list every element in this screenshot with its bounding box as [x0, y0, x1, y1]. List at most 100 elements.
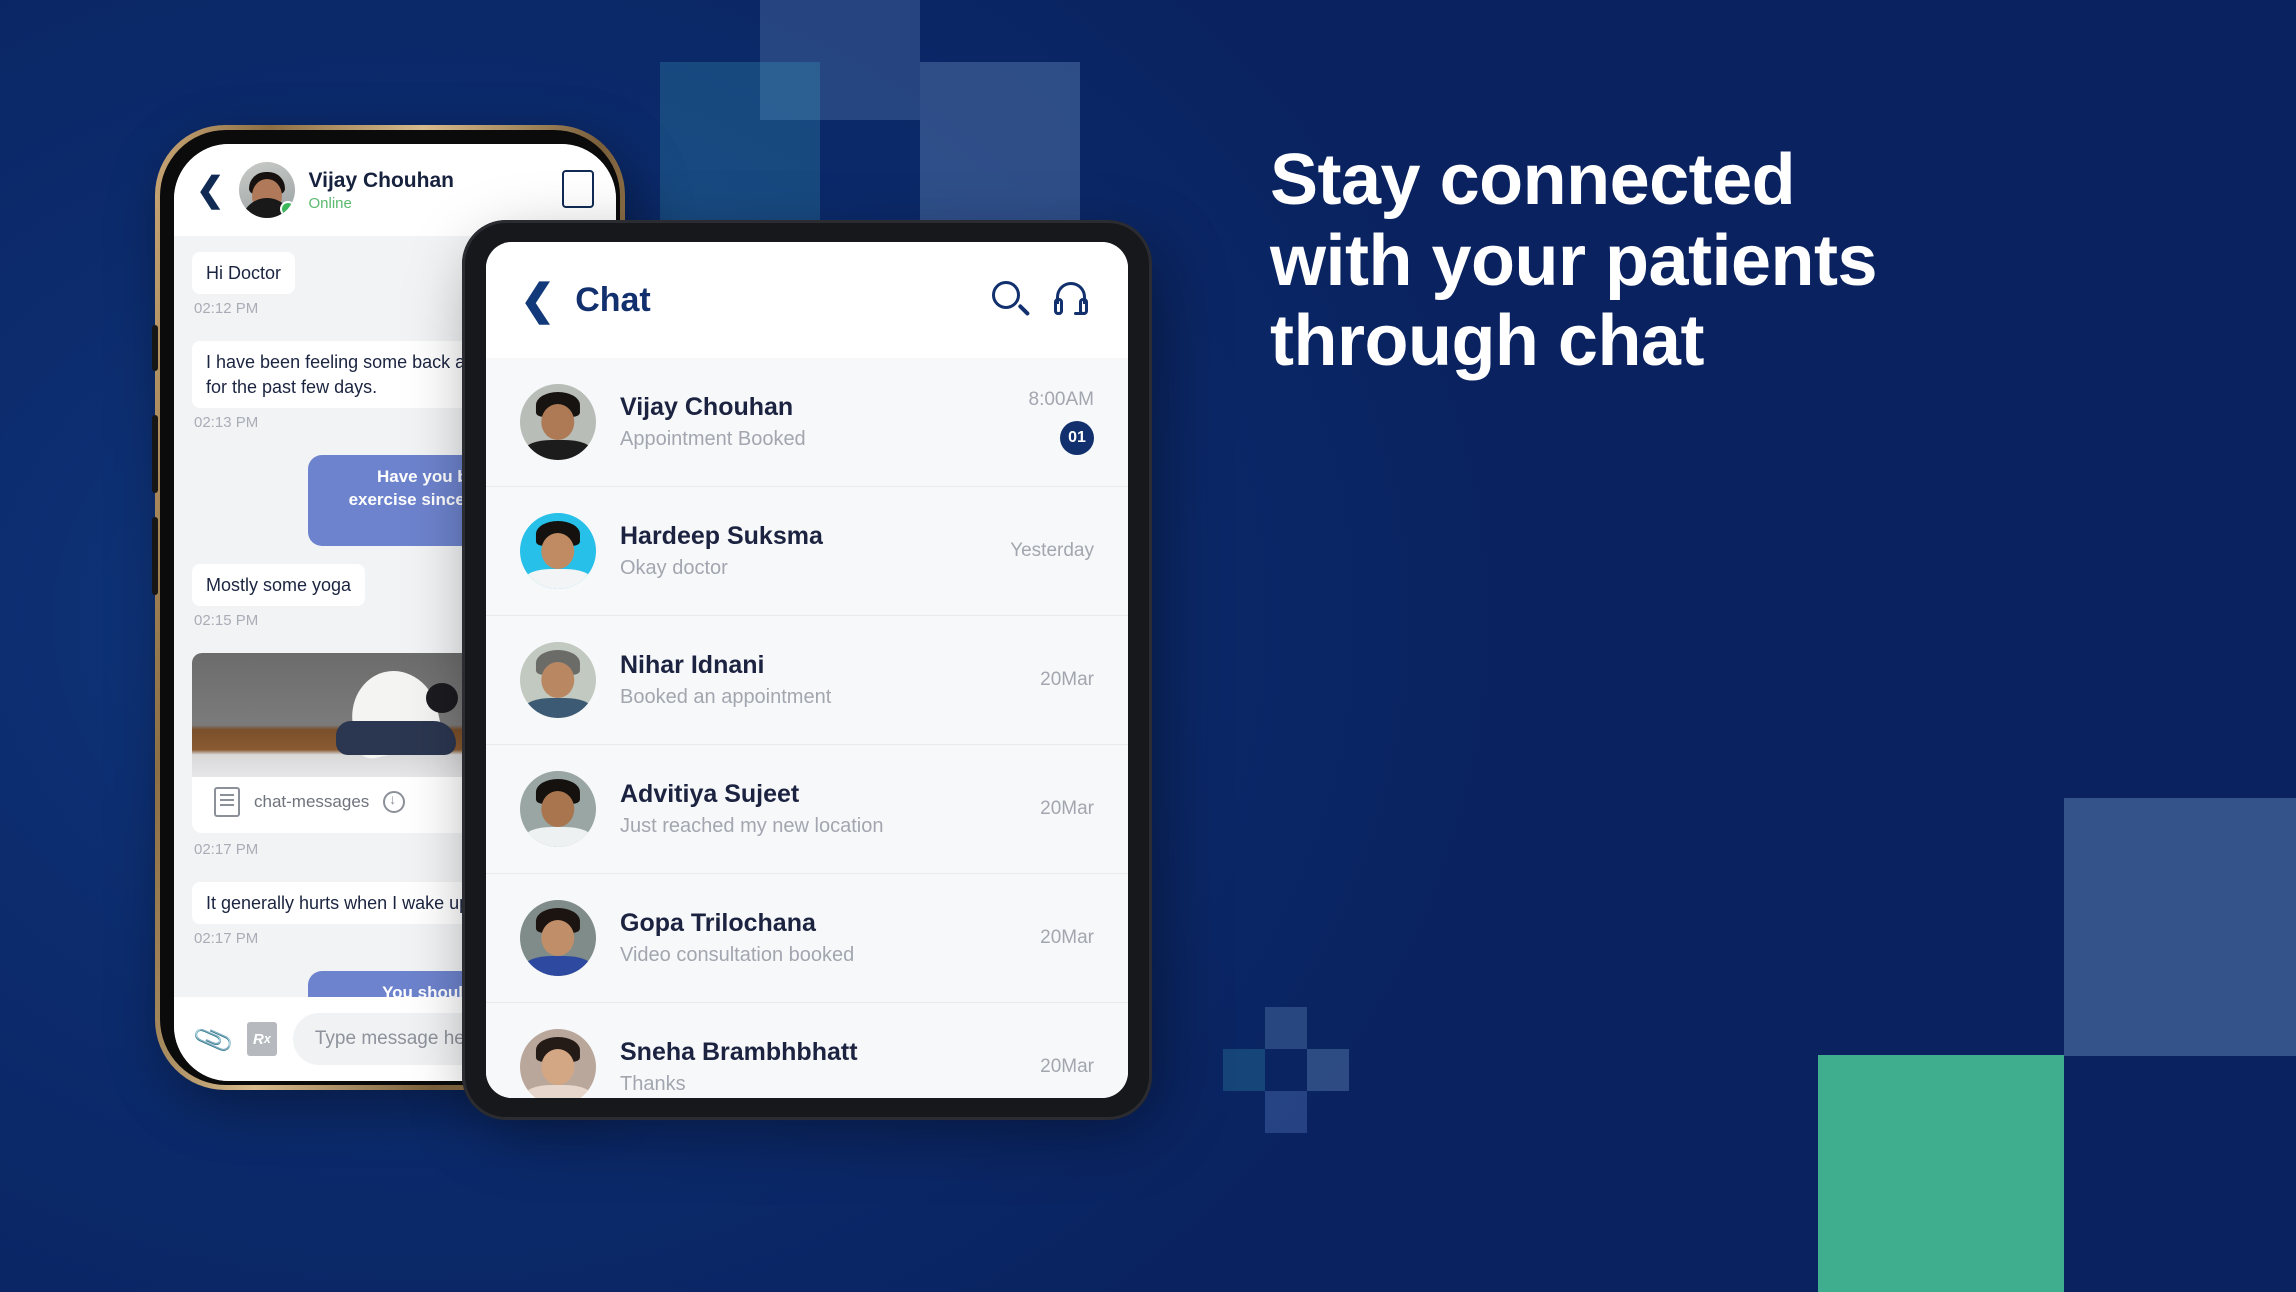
avatar[interactable] [520, 900, 596, 976]
avatar-torso [524, 1085, 592, 1098]
chat-timestamp: 8:00AM [1028, 389, 1094, 410]
chat-contact-name: Sneha Brambhbhatt [620, 1038, 858, 1066]
tablet-mockup: ❮ Chat Vijay Chouhan Appointment Booked 8:… [462, 220, 1162, 1130]
decor-square-9 [1818, 1055, 2064, 1292]
search-glass-shape [992, 281, 1020, 309]
chat-timestamp: 20Mar [1040, 1056, 1094, 1077]
headline-line-2: with your patients [1270, 220, 1878, 301]
chat-item-meta: 8:00AM 01 [1029, 389, 1094, 455]
chat-item-meta: 20Mar [1040, 927, 1094, 949]
headline-line-1: Stay connected [1270, 140, 1796, 220]
chat-preview-text: Video consultation booked [620, 944, 855, 966]
phone-contact-block: Vijay Chouhan Online [309, 168, 454, 211]
yoga-image-thumbnail [192, 653, 492, 777]
chat-list-item[interactable]: Gopa Trilochana Video consultation booked… [486, 874, 1128, 1003]
avatar-face [541, 1048, 575, 1086]
chat-item-text: Gopa Trilochana Video consultation booked [620, 909, 1016, 967]
headset-icon[interactable] [1050, 278, 1094, 322]
decor-square-7 [1265, 1091, 1307, 1133]
chat-contact-name: Nihar Idnani [620, 651, 765, 679]
message-text: Hi Doctor [192, 252, 296, 295]
chat-list-item[interactable]: Nihar Idnani Booked an appointment 20Mar [486, 616, 1128, 745]
decor-square-6 [1307, 1049, 1349, 1091]
tablet-frame: ❮ Chat Vijay Chouhan Appointment Booked 8:… [462, 220, 1152, 1120]
chevron-left-icon[interactable]: ❮ [520, 279, 555, 321]
chat-list-item[interactable]: Vijay Chouhan Appointment Booked 8:00AM 01 [486, 358, 1128, 487]
chat-preview-text: Okay doctor [620, 557, 728, 579]
download-icon[interactable] [383, 791, 406, 813]
headset-left-cup [1054, 298, 1063, 315]
phone-button-mute [152, 325, 158, 371]
avatar-face [541, 919, 575, 957]
decor-square-5 [1223, 1049, 1265, 1091]
chat-list-item[interactable]: Sneha Brambhbhatt Thanks 20Mar [486, 1003, 1128, 1098]
chat-item-meta: 20Mar [1040, 1056, 1094, 1078]
avatar[interactable] [520, 771, 596, 847]
unread-badge: 01 [1060, 421, 1094, 455]
headset-mic [1074, 312, 1085, 315]
online-status-dot [279, 201, 295, 217]
avatar[interactable] [520, 642, 596, 718]
avatar-torso [524, 827, 592, 847]
chat-preview-text: Just reached my new location [620, 815, 884, 837]
phone-button-volume-down [152, 517, 158, 595]
avatar-torso [524, 698, 592, 718]
chat-item-text: Advitiya Sujeet Just reached my new locat… [620, 780, 1016, 838]
message-attachment-card[interactable]: chat-messages [192, 653, 492, 833]
avatar[interactable] [520, 513, 596, 589]
chat-item-text: Sneha Brambhbhatt Thanks [620, 1038, 1016, 1096]
documents-icon[interactable] [556, 167, 594, 209]
chevron-left-icon[interactable]: ❮ [196, 173, 225, 207]
chat-timestamp: Yesterday [1010, 540, 1094, 561]
avatar-torso [524, 569, 592, 589]
avatar[interactable] [238, 162, 295, 218]
decor-square-8 [2064, 798, 2296, 1056]
chat-contact-name: Gopa Trilochana [620, 909, 816, 937]
avatar[interactable] [520, 1029, 596, 1098]
chat-item-meta: Yesterday [1010, 540, 1094, 562]
avatar-torso [524, 956, 592, 976]
avatar-face [541, 532, 575, 570]
avatar-face [541, 790, 575, 828]
decor-square-4 [1265, 1007, 1307, 1049]
file-icon [214, 787, 240, 817]
paperclip-icon[interactable]: 📎 [191, 1017, 237, 1062]
chat-item-meta: 20Mar [1040, 798, 1094, 820]
tablet-screen: ❮ Chat Vijay Chouhan Appointment Booked 8:… [486, 242, 1128, 1098]
chat-item-meta: 20Mar [1040, 669, 1094, 691]
contact-status: Online [308, 194, 352, 212]
prescription-icon[interactable]: Rx [246, 1022, 277, 1056]
chat-timestamp: 20Mar [1040, 927, 1094, 948]
tablet-chat-header: ❮ Chat [486, 242, 1128, 358]
decor-square-2 [920, 62, 1080, 222]
chat-list-item[interactable]: Hardeep Suksma Okay doctor Yesterday [486, 487, 1128, 616]
chat-preview-text: Thanks [620, 1073, 686, 1095]
chat-preview-text: Appointment Booked [620, 428, 806, 450]
avatar-face [541, 403, 575, 441]
avatar-torso [524, 440, 592, 460]
chat-list[interactable]: Vijay Chouhan Appointment Booked 8:00AM 01 H… [486, 358, 1128, 1098]
chat-timestamp: 20Mar [1040, 798, 1094, 819]
headline-line-3: through chat [1270, 301, 1704, 382]
yoga-figure-head [426, 683, 458, 713]
phone-button-volume-up [152, 415, 158, 493]
search-handle-shape [1017, 303, 1031, 317]
avatar[interactable] [520, 384, 596, 460]
search-icon[interactable] [988, 278, 1032, 322]
contact-name: Vijay Chouhan [308, 169, 454, 193]
chat-item-text: Nihar Idnani Booked an appointment [620, 651, 1016, 709]
page-headline: Stay connected with your patients throug… [1270, 140, 2170, 382]
chat-contact-name: Vijay Chouhan [620, 393, 794, 421]
yoga-figure-legs [336, 721, 456, 755]
chat-item-text: Hardeep Suksma Okay doctor [620, 522, 986, 580]
chat-item-text: Vijay Chouhan Appointment Booked [620, 393, 1005, 451]
attachment-file-row[interactable]: chat-messages [192, 777, 492, 827]
message-text: It generally hurts when I wake up [192, 882, 484, 925]
chat-list-item[interactable]: Advitiya Sujeet Just reached my new locat… [486, 745, 1128, 874]
decor-square-1 [660, 62, 820, 222]
page-title: Chat [575, 280, 651, 319]
chat-contact-name: Advitiya Sujeet [620, 780, 800, 808]
chat-contact-name: Hardeep Suksma [620, 522, 823, 550]
message-text: Mostly some yoga [192, 563, 366, 606]
attachment-file-name: chat-messages [254, 792, 370, 811]
